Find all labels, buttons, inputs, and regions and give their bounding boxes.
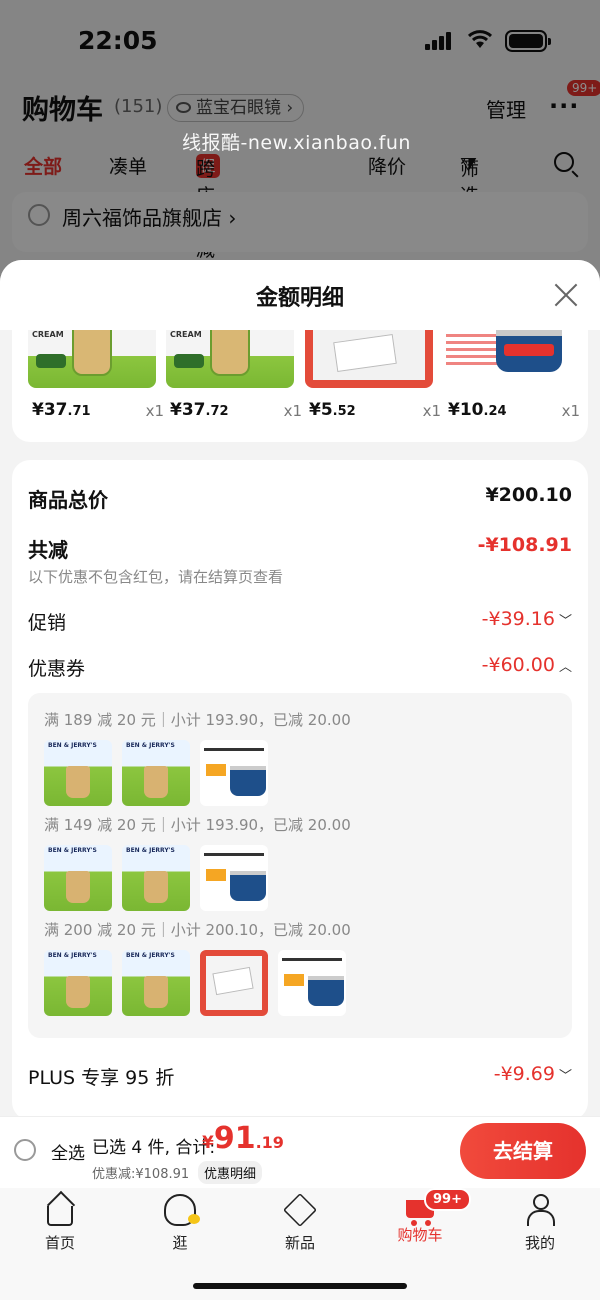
checkout-button[interactable]: 去结算 [460,1123,586,1179]
coupon-value: -¥60.00 ︿ [481,654,572,676]
tab-cart-label: 购物车 [397,1226,443,1244]
product-image [444,330,572,388]
tab-home-label: 首页 [44,1234,75,1252]
plus-value: -¥9.69 ﹀ [493,1063,572,1085]
plus-label: PLUS 专享 95 折 [28,1067,175,1089]
box-icon [283,1193,317,1227]
thumb-notebook [200,950,268,1016]
goods-total-value: ¥200.10 [485,484,572,506]
tab-browse[interactable]: 逛 [140,1194,220,1253]
coupon-rule: 满 200 减 20 元｜小计 200.10，已减 20.00 [44,921,351,939]
product-price: ¥5.52 [309,400,356,420]
product-item[interactable]: CREAM ¥37.71 x1 [28,330,164,442]
tab-home[interactable]: 首页 [20,1194,100,1253]
watermark: 线报酷-new.xianbao.fun [182,132,411,154]
chevron-down-icon: ﹀ [558,614,572,629]
thumb-icecream: BEN & JERRY'S [44,740,112,806]
coupon-rule: 满 189 减 20 元｜小计 193.90，已减 20.00 [44,711,351,729]
promo-value: -¥39.16 ﹀ [481,608,572,630]
home-indicator [193,1283,407,1289]
thumb-tuna [200,740,268,806]
total-discount-value: -¥108.91 [477,534,572,556]
product-image: CREAM [166,330,294,388]
checkout-bar: 全选 已选 4 件, 合计: ¥91.19 优惠减:¥108.91 优惠明细 去… [0,1116,600,1188]
product-qty: x1 [283,402,302,420]
thumb-tuna [278,950,346,1016]
product-strip: CREAM ¥37.71 x1 CREAM ¥37.72 x1 ¥5.52 x1… [12,330,588,442]
cart-badge: 99+ [424,1188,471,1211]
tab-me[interactable]: 我的 [500,1194,580,1253]
product-item[interactable]: ¥10.24 x1 [444,330,580,442]
chevron-down-icon: ﹀ [558,1069,572,1084]
coupon-rule: 满 149 减 20 元｜小计 193.90，已减 20.00 [44,816,351,834]
thumb-tuna [200,845,268,911]
discount-detail-button[interactable]: 优惠明细 [198,1161,263,1184]
product-image: CREAM [28,330,156,388]
select-all-label[interactable]: 全选 [51,1139,85,1164]
thumb-icecream: BEN & JERRY'S [122,950,190,1016]
product-item[interactable]: CREAM ¥37.72 x1 [166,330,302,442]
user-icon [525,1194,555,1226]
close-icon[interactable] [553,282,579,308]
product-image [305,330,433,388]
total-discount-label: 共减 [28,538,68,562]
product-price: ¥37.72 [170,400,229,420]
amount-detail-card: 商品总价 ¥200.10 共减 -¥108.91 以下优惠不包含红包，请在结算页… [12,460,588,1120]
selected-summary: 已选 4 件, 合计: [92,1138,216,1158]
home-icon [47,1206,73,1226]
product-price: ¥10.24 [448,400,507,420]
tab-me-label: 我的 [524,1234,555,1252]
chevron-up-icon: ︿ [558,660,572,675]
browse-icon [164,1194,200,1226]
select-all-checkbox[interactable] [14,1139,36,1161]
product-price: ¥37.71 [32,400,91,420]
thumb-icecream: BEN & JERRY'S [122,845,190,911]
promo-label: 促销 [28,612,67,634]
tab-new-label: 新品 [284,1234,315,1252]
product-qty: x1 [422,402,441,420]
product-qty: x1 [145,402,164,420]
discount-note: 以下优惠不包含红包，请在结算页查看 [28,568,284,586]
thumb-icecream: BEN & JERRY'S [44,845,112,911]
product-item[interactable]: ¥5.52 x1 [305,330,441,442]
amount-detail-sheet: 金额明细 CREAM ¥37.71 x1 CREAM ¥37.72 x1 ¥5.… [0,260,600,1300]
coupon-detail-box: 满 189 减 20 元｜小计 193.90，已减 20.00 BEN & JE… [28,693,572,1038]
tab-new[interactable]: 新品 [260,1193,340,1253]
coupon-label: 优惠券 [28,658,86,680]
sheet-title: 金额明细 [255,286,344,311]
tab-browse-label: 逛 [172,1234,188,1252]
discount-amount: 优惠减:¥108.91 [92,1167,190,1182]
product-qty: x1 [561,402,580,420]
sheet-header: 金额明细 [0,260,600,330]
thumb-icecream: BEN & JERRY'S [122,740,190,806]
thumb-icecream: BEN & JERRY'S [44,950,112,1016]
goods-total-label: 商品总价 [28,488,108,512]
total-amount: ¥91.19 [202,1121,284,1156]
